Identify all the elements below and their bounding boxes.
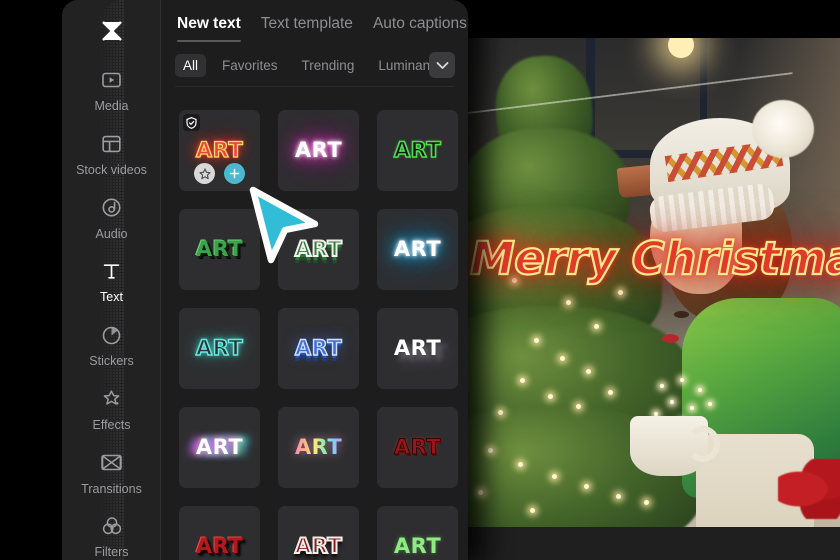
tile-label: ART — [195, 336, 244, 360]
poinsettia-flower — [778, 459, 840, 519]
eye — [674, 311, 689, 318]
sidebar-item-filters[interactable]: Filters — [62, 504, 161, 560]
sidebar: Media Stock videos Audio Text Stickers E… — [62, 0, 161, 560]
sidebar-item-label: Text — [100, 290, 123, 305]
text-style-tile-white-shadow[interactable]: ART — [377, 308, 458, 389]
tile-label: ART — [393, 534, 442, 558]
chip-trending[interactable]: Trending — [294, 54, 363, 77]
chip-favorites[interactable]: Favorites — [214, 54, 286, 77]
text-style-tile-rainbow-glow[interactable]: ART — [179, 407, 260, 488]
lips — [662, 334, 679, 343]
tab-text-template[interactable]: Text template — [261, 15, 353, 42]
sidebar-items: Media Stock videos Audio Text Stickers E… — [62, 58, 161, 560]
pompom — [752, 100, 814, 158]
screenshot-root: Merry Christmas Media — [0, 0, 840, 560]
tile-label: ART — [393, 435, 442, 459]
sidebar-item-label: Transitions — [81, 481, 142, 496]
tile-label: ART — [195, 237, 244, 261]
sidebar-item-label: Media — [94, 99, 129, 113]
preview-top-letterbox — [468, 0, 840, 38]
stock-videos-icon — [99, 131, 125, 157]
text-style-tile-red-grunge[interactable]: ART — [377, 407, 458, 488]
preview-scene — [468, 38, 840, 527]
tab-bar: New text Text template Auto captions — [161, 0, 468, 44]
panel-content: New text Text template Auto captions All… — [161, 0, 468, 560]
sidebar-item-label: Stickers — [89, 354, 134, 368]
text-style-tile-blue-3d[interactable]: ART — [278, 308, 359, 389]
chip-all[interactable]: All — [175, 53, 207, 77]
tile-hover-actions — [179, 163, 260, 184]
mug — [630, 416, 720, 476]
text-style-tile-cyan-outline[interactable]: ART — [179, 308, 260, 389]
text-style-tile-light-green[interactable]: ART — [377, 506, 458, 560]
text-style-tile-green-white-border[interactable]: ART — [278, 209, 359, 290]
text-style-grid[interactable]: ART ART ART ART ART ART ART ART ART ART … — [161, 96, 468, 560]
tile-label: ART — [294, 336, 343, 360]
sidebar-item-label: Effects — [92, 417, 131, 432]
sidebar-item-label: Stock videos — [76, 162, 147, 177]
plus-icon[interactable] — [224, 163, 245, 184]
section-divider — [175, 86, 454, 87]
filters-icon — [99, 513, 125, 539]
tile-label: ART — [393, 237, 442, 261]
text-style-tile-rainbow-gradient[interactable]: ART — [278, 407, 359, 488]
audio-icon — [99, 195, 125, 221]
tile-label: ART — [294, 138, 343, 162]
transitions-icon — [99, 450, 125, 476]
sidebar-item-effects[interactable]: Effects — [62, 377, 161, 441]
effects-icon — [99, 386, 125, 412]
text-style-tile-neon-red[interactable]: ART — [179, 110, 260, 191]
tile-label: ART — [393, 138, 442, 162]
capcut-logo-icon[interactable] — [62, 14, 161, 48]
tile-label: ART — [294, 435, 343, 459]
text-style-tile-red-white-border[interactable]: ART — [278, 506, 359, 560]
sidebar-item-audio[interactable]: Audio — [62, 186, 161, 250]
video-preview[interactable] — [468, 38, 840, 527]
stickers-icon — [99, 322, 125, 348]
shield-check-icon — [183, 114, 200, 131]
text-style-tile-red-3d[interactable]: ART — [179, 506, 260, 560]
tile-label: ART — [294, 237, 343, 261]
star-icon[interactable] — [194, 163, 215, 184]
sidebar-item-stickers[interactable]: Stickers — [62, 313, 161, 377]
editor-panel: Media Stock videos Audio Text Stickers E… — [62, 0, 468, 560]
media-icon — [99, 67, 125, 93]
text-style-tile-neon-pink[interactable]: ART — [278, 110, 359, 191]
tile-label: ART — [195, 138, 244, 162]
sidebar-item-label: Audio — [95, 226, 128, 241]
sidebar-item-transitions[interactable]: Transitions — [62, 441, 161, 505]
tab-auto-captions[interactable]: Auto captions — [373, 15, 467, 42]
preview-bottom-letterbox — [468, 527, 840, 560]
tile-label: ART — [195, 534, 244, 558]
tab-new-text[interactable]: New text — [177, 15, 241, 42]
sidebar-item-stock-videos[interactable]: Stock videos — [62, 122, 161, 186]
text-style-tile-green-3d[interactable]: ART — [179, 209, 260, 290]
tile-label: ART — [393, 336, 442, 360]
text-style-tile-green-outline[interactable]: ART — [377, 110, 458, 191]
tile-label: ART — [195, 435, 244, 459]
tile-label: ART — [294, 534, 343, 558]
sidebar-item-text[interactable]: Text — [62, 249, 161, 313]
sidebar-item-label: Filters — [94, 545, 129, 560]
sidebar-item-media[interactable]: Media — [62, 58, 161, 122]
text-style-tile-blue-glow[interactable]: ART — [377, 209, 458, 290]
text-icon — [99, 258, 125, 284]
filter-chip-bar: All Favorites Trending Luminance — [161, 44, 468, 86]
chevron-down-icon[interactable] — [429, 52, 455, 78]
